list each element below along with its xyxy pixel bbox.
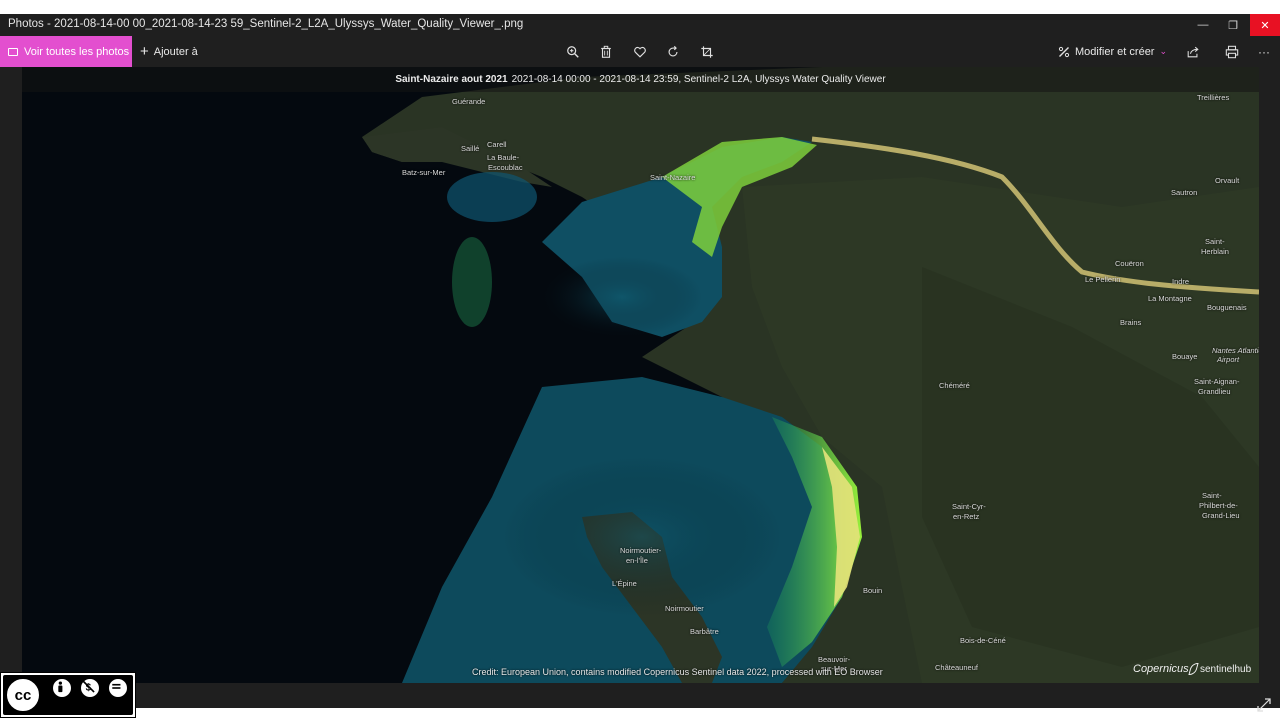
close-button[interactable]: ✕ [1250, 14, 1280, 36]
view-all-photos-label: Voir toutes les photos [24, 45, 130, 58]
place-label: Bois-de-Céné [960, 636, 1006, 645]
place-label: Orvault [1215, 176, 1240, 185]
place-label: Nantes Atlantique [1212, 346, 1259, 355]
nd-label: ND [109, 705, 122, 715]
share-icon [1187, 46, 1199, 58]
photos-icon [8, 47, 18, 56]
cc-text: cc [14, 686, 32, 704]
place-label: Sautron [1171, 188, 1198, 197]
nc-label: NC [81, 705, 94, 715]
place-label: en-Retz [953, 512, 980, 521]
photo-viewer: Saint-Nazaire aout 2021 2021-08-14 00:00… [0, 67, 1280, 712]
place-label: Treillières [1197, 93, 1230, 102]
minimize-icon: — [1197, 19, 1209, 31]
favorite-button[interactable] [632, 44, 648, 60]
restore-icon: ❐ [1228, 19, 1238, 32]
sentinelhub-logo: sentinelhub [1188, 663, 1252, 675]
place-label: Bouaye [1172, 352, 1198, 361]
sentinelhub-icon [1188, 663, 1199, 675]
place-label: Airport [1217, 355, 1240, 364]
satellite-image: Saint-Nazaire aout 2021 2021-08-14 00:00… [22, 67, 1259, 683]
caption-title: Saint-Nazaire aout 2021 [395, 74, 508, 85]
rotate-button[interactable] [665, 44, 681, 60]
place-label: Saillé [461, 144, 480, 153]
add-to-label: Ajouter à [153, 45, 198, 58]
crop-button[interactable] [699, 44, 715, 60]
noderivatives-icon [107, 677, 129, 699]
place-label: Chéméré [939, 381, 970, 390]
title-bar: Photos - 2021-08-14-00 00_2021-08-14-23 … [0, 14, 1280, 36]
place-label: Saint-Nazaire [650, 173, 696, 182]
photos-app-window: Photos - 2021-08-14-00 00_2021-08-14-23 … [0, 14, 1280, 712]
place-label: Noirmoutier- [620, 546, 662, 555]
more-options-button[interactable]: ··· [1256, 44, 1272, 60]
place-label: La Baule- [487, 153, 520, 162]
place-label: Beauvoir- [818, 655, 851, 664]
fullscreen-button[interactable] [1256, 697, 1272, 713]
place-label: Escoublac [488, 163, 523, 172]
place-label: Saint- [1202, 491, 1222, 500]
place-label: Bouguenais [1207, 303, 1247, 312]
cc-icon: cc [4, 676, 42, 714]
delete-button[interactable] [598, 44, 614, 60]
expand-icon [1257, 698, 1271, 712]
place-label: Noirmoutier [665, 604, 704, 613]
noncommercial-icon: $ [79, 677, 101, 699]
place-label: Châteauneuf [935, 663, 978, 672]
caption-details: 2021-08-14 00:00 - 2021-08-14 23:59, Sen… [511, 74, 886, 85]
place-label: Carell [487, 140, 507, 149]
edit-create-label: Modifier et créer [1075, 45, 1155, 58]
place-label: en-l'Île [626, 556, 648, 565]
sentinelhub-label: sentinelhub [1200, 663, 1252, 675]
image-credit: Credit: European Union, contains modifie… [472, 667, 883, 677]
add-to-button[interactable]: + Ajouter à [140, 36, 198, 67]
chevron-down-icon: ⌄ [1159, 46, 1168, 56]
place-label: L'Épine [612, 579, 637, 588]
place-label: Couëron [1115, 259, 1144, 268]
cc-license-badge: cc $ BY NC ND [0, 672, 136, 718]
rotate-icon [668, 45, 678, 57]
by-attribution-icon [51, 677, 73, 699]
minimize-button[interactable]: — [1188, 14, 1218, 36]
place-label: Guérande [452, 97, 486, 106]
place-label: Le Pellerin [1085, 275, 1121, 284]
zoom-button[interactable] [565, 44, 581, 60]
by-label: BY [53, 705, 66, 715]
zoom-icon [567, 46, 579, 58]
satellite-map [22, 67, 1259, 683]
place-label: Herblain [1201, 247, 1229, 256]
restore-button[interactable]: ❐ [1218, 14, 1248, 36]
more-icon: ··· [1258, 45, 1270, 59]
edit-create-icon [1058, 46, 1070, 57]
plus-icon: + [140, 43, 149, 60]
favorite-icon [634, 46, 646, 58]
image-caption: Saint-Nazaire aout 2021 2021-08-14 00:00… [22, 67, 1259, 92]
crop-icon [701, 46, 713, 58]
place-label: Grand-Lieu [1202, 511, 1240, 520]
print-button[interactable] [1224, 44, 1240, 60]
close-icon: ✕ [1260, 19, 1270, 32]
window-title: Photos - 2021-08-14-00 00_2021-08-14-23 … [8, 18, 524, 30]
toolbar: Voir toutes les photos + Ajouter à Modif… [0, 36, 1280, 67]
copernicus-logo: Copernicus [1133, 663, 1189, 675]
place-label: Indre [1172, 277, 1190, 286]
place-label: Philbert-de- [1199, 501, 1238, 510]
place-label: Barbâtre [690, 627, 719, 636]
place-label: Batz-sur-Mer [402, 168, 446, 177]
share-button[interactable] [1185, 44, 1201, 60]
edit-create-button[interactable]: Modifier et créer ⌄ [1058, 36, 1167, 67]
view-all-photos-button[interactable]: Voir toutes les photos [0, 36, 132, 67]
place-label: Saint-Cyr- [952, 502, 986, 511]
place-label: Bouin [863, 586, 883, 595]
delete-icon [601, 45, 611, 58]
place-label: La Montagne [1148, 294, 1192, 303]
place-label: Grandlieu [1198, 387, 1231, 396]
place-label: Brains [1120, 318, 1142, 327]
print-icon [1225, 45, 1239, 59]
place-label: Saint-Aignan- [1194, 377, 1240, 386]
place-label: Saint- [1205, 237, 1225, 246]
